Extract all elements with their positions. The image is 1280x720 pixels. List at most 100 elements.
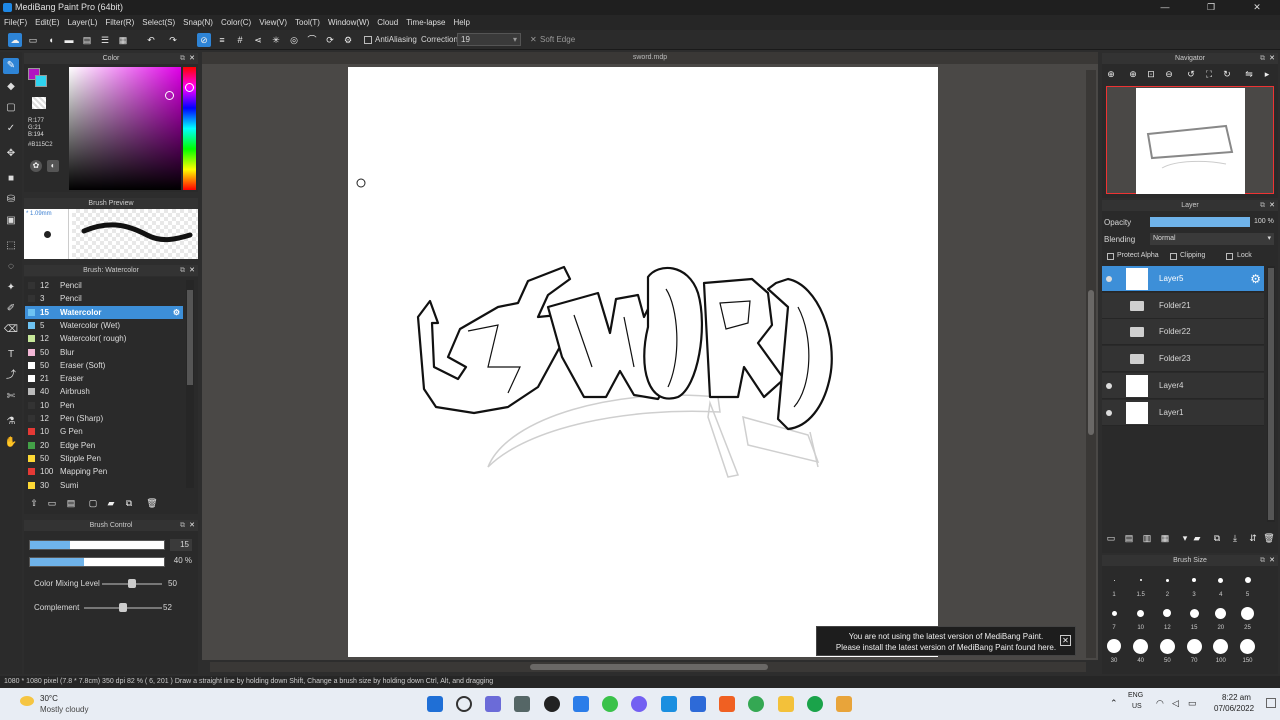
new-8bit-layer-icon[interactable]: ▥ xyxy=(1140,531,1154,545)
fill-shape-icon[interactable]: ■ xyxy=(3,171,19,187)
brush-item[interactable]: 50 Stipple Pen xyxy=(25,452,183,465)
new-folder-icon[interactable]: ▰ xyxy=(1190,531,1204,545)
menu-file[interactable]: File(F) xyxy=(4,18,27,27)
chrome-icon[interactable] xyxy=(748,696,764,712)
curve-snap-icon[interactable]: ⌒ xyxy=(305,33,319,47)
brush-size-dot[interactable] xyxy=(1218,577,1224,583)
close-icon[interactable]: ✕ xyxy=(1269,200,1275,211)
correction-select[interactable]: 19 ▾ xyxy=(457,33,521,46)
brush-size-dot[interactable] xyxy=(1133,638,1149,654)
rotate-left-icon[interactable]: ↺ xyxy=(1184,67,1198,81)
minimize-button[interactable]: — xyxy=(1142,0,1188,15)
gear-icon[interactable]: ⚙ xyxy=(173,306,180,319)
layer-row[interactable]: Folder22 xyxy=(1102,319,1264,346)
new-halftone-layer-icon[interactable]: ▤ xyxy=(1122,531,1136,545)
panel-icon[interactable]: ▬ xyxy=(62,33,76,47)
new-1bit-layer-icon[interactable]: ▦ xyxy=(1158,531,1172,545)
delete-brush-icon[interactable]: 🗑 xyxy=(145,496,159,510)
soft-edge-label[interactable]: Soft Edge xyxy=(540,35,575,44)
volume-icon[interactable]: ◁ xyxy=(1172,698,1179,709)
menu-view[interactable]: View(V) xyxy=(259,18,287,27)
brush-size-dot[interactable] xyxy=(1107,639,1121,653)
add-brush-icon[interactable]: ⇧ xyxy=(27,496,41,510)
vertical-scrollbar[interactable] xyxy=(1086,70,1096,658)
reset-icon[interactable]: ▸ xyxy=(1260,67,1274,81)
update-notice[interactable]: You are not using the latest version of … xyxy=(816,626,1076,656)
background-swatch[interactable] xyxy=(35,75,47,87)
duplicate-layer-icon[interactable]: ⧉ xyxy=(1210,531,1224,545)
saturation-value-picker[interactable] xyxy=(69,67,181,190)
settings-snap-icon[interactable]: ⚙ xyxy=(341,33,355,47)
close-icon[interactable]: ✕ xyxy=(189,520,195,531)
chat-icon[interactable] xyxy=(485,696,501,712)
viber-icon[interactable] xyxy=(631,696,647,712)
menu-edit[interactable]: Edit(E) xyxy=(35,18,59,27)
brush-size-dot[interactable] xyxy=(1215,607,1227,619)
brush-list-scrollbar[interactable] xyxy=(186,280,194,488)
cloud-icon[interactable]: ☁ xyxy=(8,33,22,47)
brush-size-dot[interactable] xyxy=(1244,577,1251,583)
rect-tool-icon[interactable]: ▢ xyxy=(3,100,19,116)
zoom-in-alt-icon[interactable]: ⊕ xyxy=(1126,67,1140,81)
copy-brush-icon[interactable]: ▢ xyxy=(86,496,100,510)
hue-cursor[interactable] xyxy=(185,83,194,92)
store-icon[interactable] xyxy=(661,696,677,712)
brush-folder-icon[interactable]: ▰ xyxy=(104,496,118,510)
complement-handle[interactable] xyxy=(119,603,127,612)
lock-checkbox[interactable] xyxy=(1226,253,1233,260)
start-icon[interactable] xyxy=(427,696,443,712)
mixing-handle[interactable] xyxy=(128,579,136,588)
brush-item[interactable]: 15 Watercolor ⚙ xyxy=(25,305,183,319)
layer-row[interactable]: Layer5 ⚙ xyxy=(1102,266,1264,292)
settings-app-icon[interactable] xyxy=(514,696,530,712)
rotate-snap-icon[interactable]: ⟳ xyxy=(323,33,337,47)
navigator-preview[interactable] xyxy=(1106,86,1274,194)
antialias-checkbox[interactable] xyxy=(364,36,372,44)
hand-tool-icon[interactable]: ✋ xyxy=(3,435,19,451)
brush-item[interactable]: 12 Pen (Sharp) xyxy=(25,412,183,425)
select-pen-icon[interactable]: ✓ xyxy=(3,121,19,137)
scroll-thumb[interactable] xyxy=(1268,268,1274,520)
horizontal-scrollbar[interactable] xyxy=(210,662,1086,672)
menu-timelapse[interactable]: Time-lapse xyxy=(406,18,445,27)
parallel-snap-icon[interactable]: ≡ xyxy=(215,33,229,47)
float-icon[interactable]: ⧉ xyxy=(1260,555,1265,566)
brush-size-dot[interactable] xyxy=(1213,638,1229,654)
operation-tool-icon[interactable]: ⤴ xyxy=(3,368,19,384)
menu-tool[interactable]: Tool(T) xyxy=(295,18,320,27)
new-file-icon[interactable]: ▭ xyxy=(26,33,40,47)
gradient-tool-icon[interactable]: ▣ xyxy=(3,213,19,229)
close-icon[interactable]: ✕ xyxy=(189,265,195,276)
undo-icon[interactable]: ↶ xyxy=(144,33,158,47)
fit-icon[interactable]: ⊡ xyxy=(1144,67,1158,81)
whatsapp-icon[interactable] xyxy=(602,696,618,712)
brush-size-value[interactable]: 15 xyxy=(170,539,192,551)
document-canvas[interactable] xyxy=(348,67,938,657)
circle-snap-icon[interactable]: ◎ xyxy=(287,33,301,47)
duplicate-brush-icon[interactable]: ⧉ xyxy=(122,496,136,510)
delete-layer-icon[interactable]: 🗑 xyxy=(1262,531,1276,545)
medibang-icon[interactable] xyxy=(807,696,823,712)
scroll-thumb[interactable] xyxy=(1088,290,1094,435)
brush-item[interactable]: 100 Mapping Pen xyxy=(25,465,183,478)
brush-item[interactable]: 21 Eraser xyxy=(25,372,183,385)
menu-color[interactable]: Color(C) xyxy=(221,18,251,27)
visibility-icon[interactable] xyxy=(1106,382,1112,389)
brush-size-dot[interactable] xyxy=(1186,638,1202,654)
zoom-in-icon[interactable]: ⊕ xyxy=(1104,67,1118,81)
menu-snap[interactable]: Snap(N) xyxy=(183,18,213,27)
menu-filter[interactable]: Filter(R) xyxy=(105,18,134,27)
fullscreen-icon[interactable]: ⛶ xyxy=(1202,67,1216,81)
tasks-icon[interactable] xyxy=(573,696,589,712)
scroll-thumb[interactable] xyxy=(530,664,768,670)
battery-icon[interactable]: ▭ xyxy=(1188,698,1197,709)
bucket-tool-icon[interactable]: ⛁ xyxy=(3,192,19,208)
brush-item[interactable]: 20 Edge Pen xyxy=(25,439,183,452)
brush-item[interactable]: 3 Pencil xyxy=(25,292,183,305)
page-icon[interactable]: ▤ xyxy=(80,33,94,47)
chevron-up-icon[interactable]: ⌃ xyxy=(1110,698,1118,709)
brush-item[interactable]: 10 G Pen xyxy=(25,425,183,438)
brush-item[interactable]: 50 Blur xyxy=(25,346,183,359)
layer-settings-icon[interactable]: ⇵ xyxy=(1246,531,1260,545)
select-rect-icon[interactable]: ⬚ xyxy=(3,238,19,254)
